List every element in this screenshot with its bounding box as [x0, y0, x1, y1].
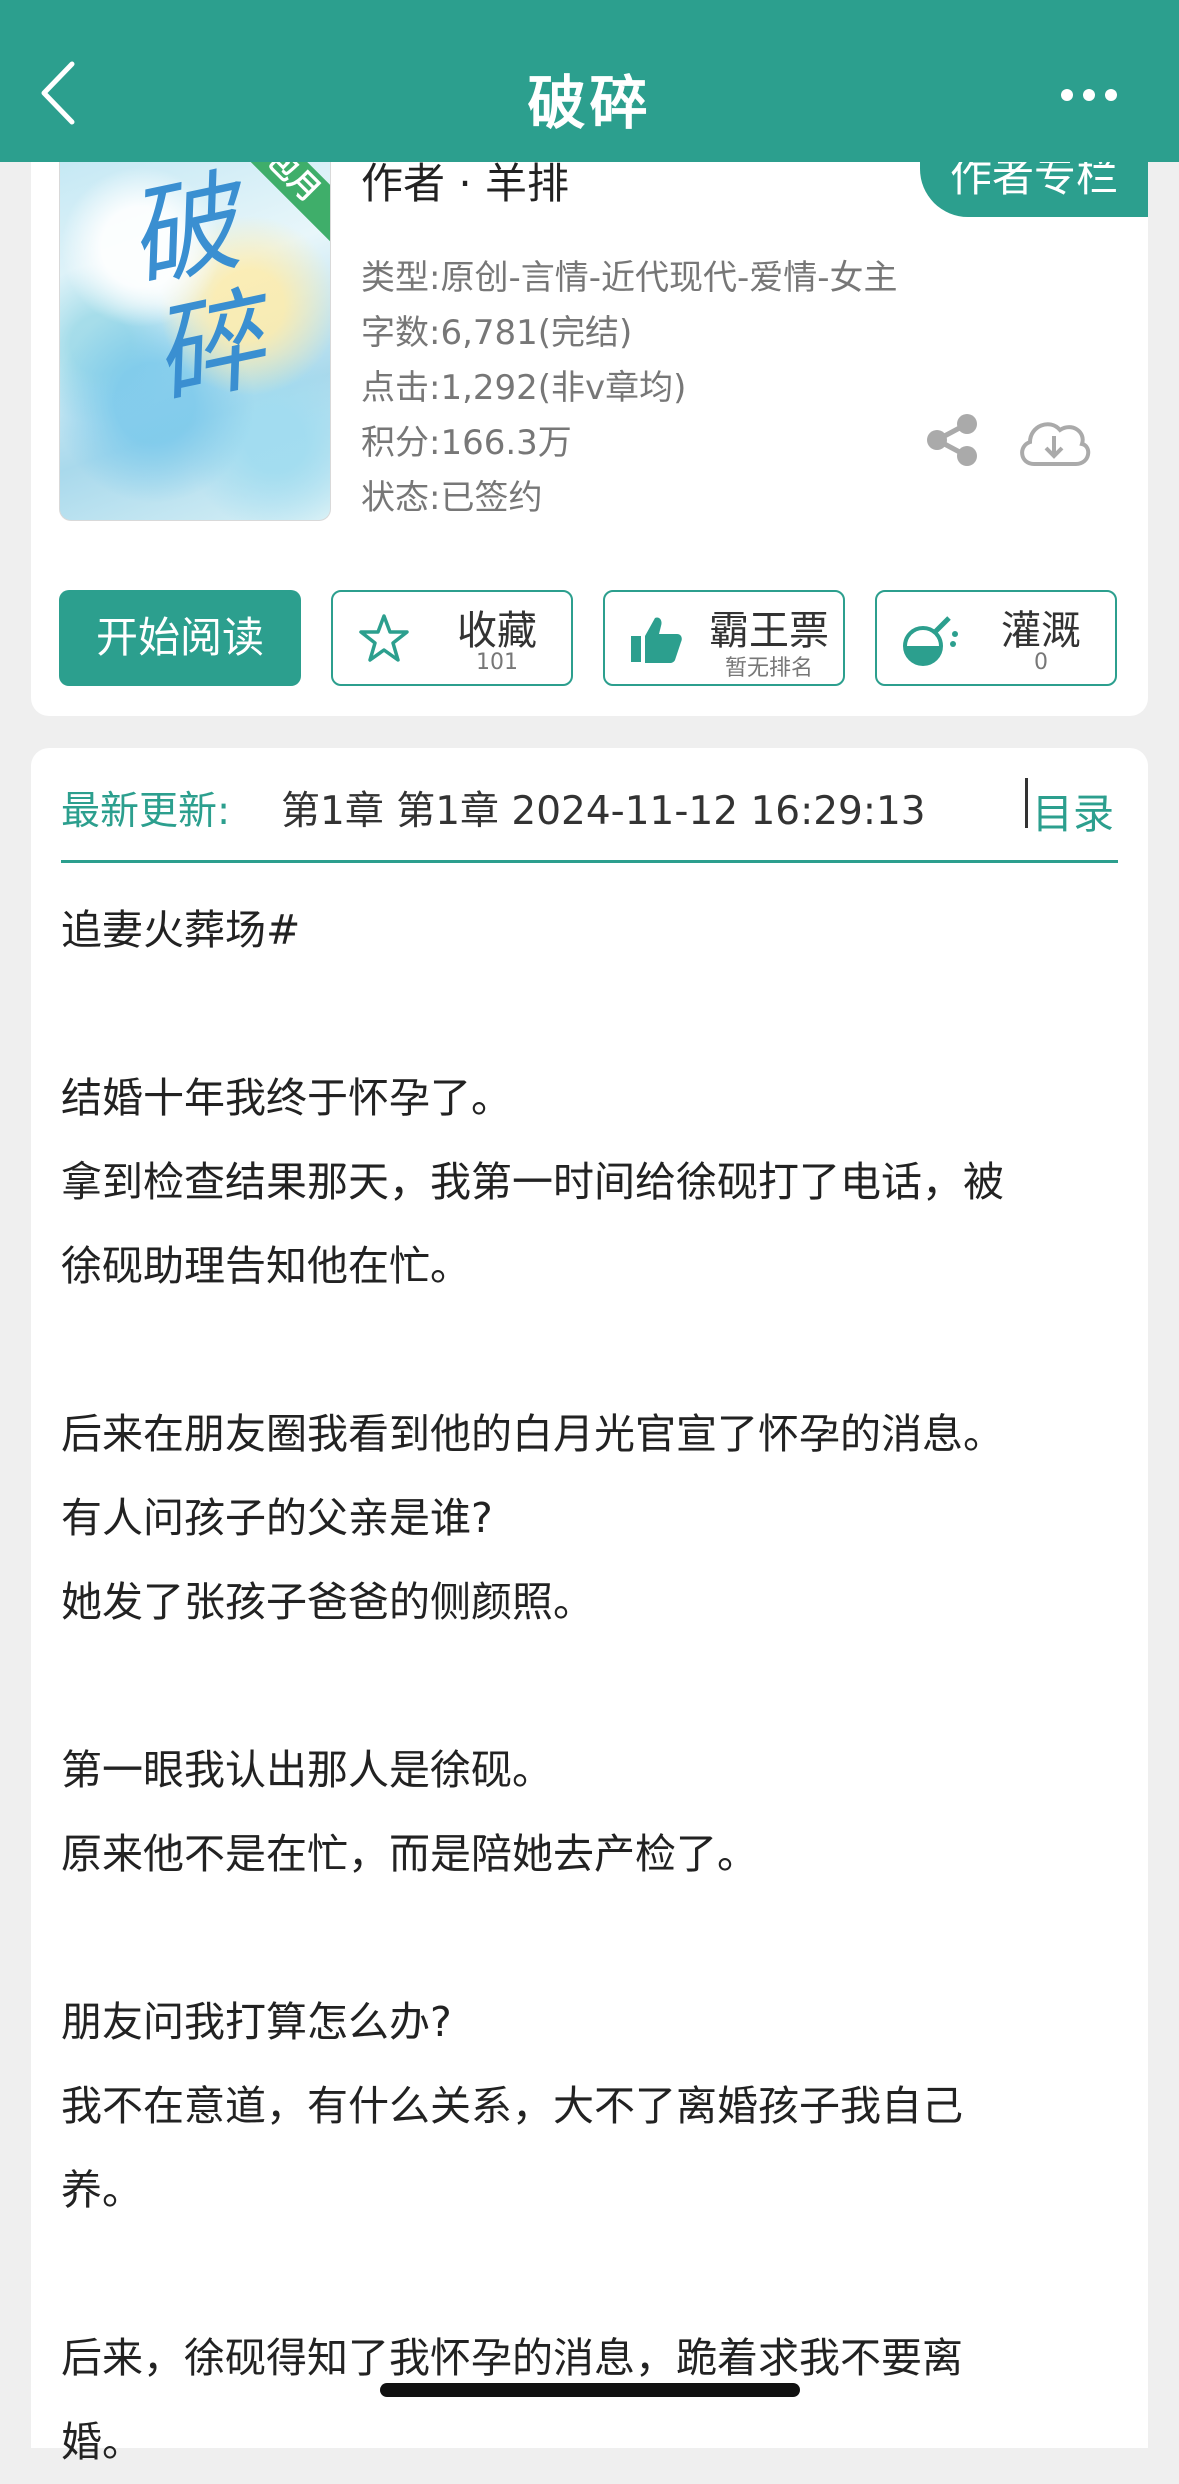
- story-line: 婚。: [61, 2418, 143, 2466]
- latest-update-label: 最新更新:: [61, 789, 231, 834]
- story-line: 后来在朋友圈我看到他的白月光官宣了怀孕的消息。: [61, 1410, 1004, 1458]
- download-icon[interactable]: [1014, 412, 1094, 472]
- vote-rank: 暂无排名: [724, 656, 813, 681]
- vote-button[interactable]: 霸王票 暂无排名: [603, 590, 845, 686]
- chapter-content-card: 最新更新: 第1章 第1章 2024-11-12 16:29:13 目录 追妻火…: [31, 748, 1148, 2466]
- story-line: 原来他不是在忙，而是陪她去产检了。: [61, 1830, 758, 1878]
- story-line: 我不在意道，有什么关系，大不了离婚孩子我自己: [61, 2082, 963, 2130]
- share-icon[interactable]: [923, 410, 983, 470]
- story-line: 追妻火葬场#: [61, 906, 301, 954]
- vote-label: 霸王票: [709, 608, 829, 654]
- story-line: [61, 1896, 1131, 1980]
- story-line: 有人问孩子的父亲是谁?: [61, 1494, 493, 1542]
- story-line: 结婚十年我终于怀孕了。: [61, 1074, 512, 1122]
- story-line: 朋友问我打算怎么办?: [61, 1998, 452, 2046]
- start-reading-button[interactable]: 开始阅读: [59, 590, 301, 686]
- story-line: [61, 972, 1131, 1056]
- book-cover[interactable]: 破碎 包月: [59, 130, 331, 521]
- favorite-button[interactable]: 收藏 101: [331, 590, 573, 686]
- story-line: 她发了张孩子爸爸的侧颜照。: [61, 1578, 594, 1626]
- nav-header: 破碎: [0, 0, 1179, 162]
- star-icon: [357, 612, 411, 666]
- story-line: [61, 1308, 1131, 1392]
- table-of-contents-link[interactable]: 目录: [1032, 780, 1114, 840]
- page-title: 破碎: [527, 69, 652, 137]
- story-line: [61, 1644, 1131, 1728]
- more-icon[interactable]: [1059, 85, 1119, 105]
- latest-chapter-link[interactable]: 第1章 第1章 2024-11-12 16:29:13: [281, 780, 926, 836]
- update-divider-line: [61, 860, 1118, 863]
- nutrient-count: 0: [1034, 650, 1048, 675]
- book-info-card: 破碎 包月 作者 · 羊排 作者专栏 类型:原创-言情-近代现代-爱情-女主 字…: [31, 130, 1148, 716]
- divider: [1025, 778, 1028, 828]
- meta-score: 积分:166.3万: [361, 423, 572, 463]
- story-line: 养。: [61, 2166, 143, 2214]
- latest-update-row: 最新更新: 第1章 第1章 2024-11-12 16:29:13 目录: [61, 774, 1118, 838]
- story-line: 第一眼我认出那人是徐砚。: [61, 1746, 553, 1794]
- home-indicator[interactable]: [380, 2383, 800, 2397]
- thumbs-up-icon: [629, 612, 683, 666]
- favorite-label: 收藏: [457, 608, 537, 654]
- cover-title: 破碎: [115, 157, 275, 423]
- action-button-row: 开始阅读 收藏 101 霸王票 暂无排名 灌溉 0: [59, 590, 1120, 686]
- story-line: [61, 2232, 1131, 2316]
- favorite-count: 101: [476, 650, 518, 675]
- meta-word-count: 字数:6,781(完结): [361, 313, 633, 353]
- story-line: 拿到检查结果那天，我第一时间给徐砚打了电话，被: [61, 1158, 1004, 1206]
- story-line: 徐砚助理告知他在忙。: [61, 1242, 471, 1290]
- meta-status: 状态:已签约: [361, 478, 543, 518]
- story-preview: 追妻火葬场# 结婚十年我终于怀孕了。 拿到检查结果那天，我第一时间给徐砚打了电话…: [61, 888, 1131, 2484]
- meta-type: 类型:原创-言情-近代现代-爱情-女主: [361, 258, 898, 298]
- nutrient-label: 灌溉: [1001, 608, 1081, 654]
- nutrient-button[interactable]: 灌溉 0: [875, 590, 1117, 686]
- meta-clicks: 点击:1,292(非v章均): [361, 368, 687, 408]
- flask-icon: [901, 612, 958, 666]
